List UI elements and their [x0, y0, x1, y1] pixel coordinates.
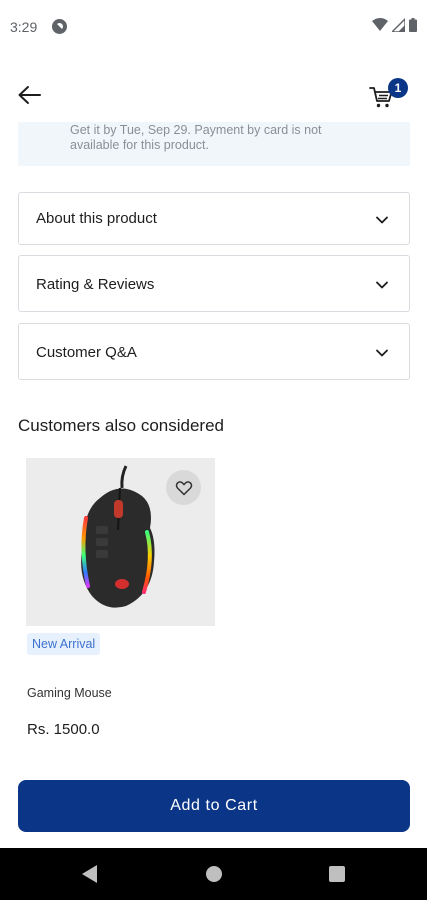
nav-recents-icon[interactable]	[329, 866, 345, 882]
delivery-info: Get it by Tue, Sep 29. Payment by card i…	[18, 122, 410, 166]
accordion-about-product[interactable]: About this product	[18, 192, 410, 245]
accordion-customer-qa[interactable]: Customer Q&A	[18, 323, 410, 380]
product-name: Gaming Mouse	[27, 686, 112, 700]
signal-icon	[392, 18, 405, 32]
notification-app-icon	[52, 19, 67, 34]
accordion-label: About this product	[36, 210, 157, 227]
product-price: Rs. 1500.0	[27, 721, 100, 738]
arrow-left-icon	[18, 86, 41, 104]
wifi-icon	[372, 18, 388, 31]
product-image	[26, 458, 215, 626]
delivery-text-line1: Get it by Tue, Sep 29. Payment by card i…	[70, 123, 322, 137]
chevron-down-icon	[376, 216, 388, 224]
accordion-rating-reviews[interactable]: Rating & Reviews	[18, 255, 410, 312]
add-to-cart-button[interactable]: Add to Cart	[18, 780, 410, 832]
cart-count-badge: 1	[388, 78, 408, 98]
chevron-down-icon	[376, 281, 388, 289]
app-bar	[0, 68, 427, 124]
status-time: 3:29	[10, 19, 38, 35]
status-icons	[372, 18, 417, 32]
nav-home-icon[interactable]	[206, 866, 222, 882]
heart-icon	[175, 480, 192, 495]
new-arrival-badge: New Arrival	[27, 633, 101, 655]
status-bar: 3:29	[0, 0, 427, 56]
accordion-label: Rating & Reviews	[36, 276, 155, 293]
battery-icon	[409, 18, 417, 32]
accordion-label: Customer Q&A	[36, 344, 137, 361]
back-button[interactable]	[14, 80, 44, 110]
nav-back-icon[interactable]	[82, 865, 97, 883]
chevron-down-icon	[376, 349, 388, 357]
wishlist-button[interactable]	[166, 470, 201, 505]
delivery-text-line2: available for this product.	[70, 138, 209, 152]
product-card[interactable]: New Arrival Gaming Mouse Rs. 1500.0	[26, 458, 215, 748]
section-title-customers-also-considered: Customers also considered	[18, 416, 224, 435]
system-navigation-bar	[0, 848, 427, 900]
